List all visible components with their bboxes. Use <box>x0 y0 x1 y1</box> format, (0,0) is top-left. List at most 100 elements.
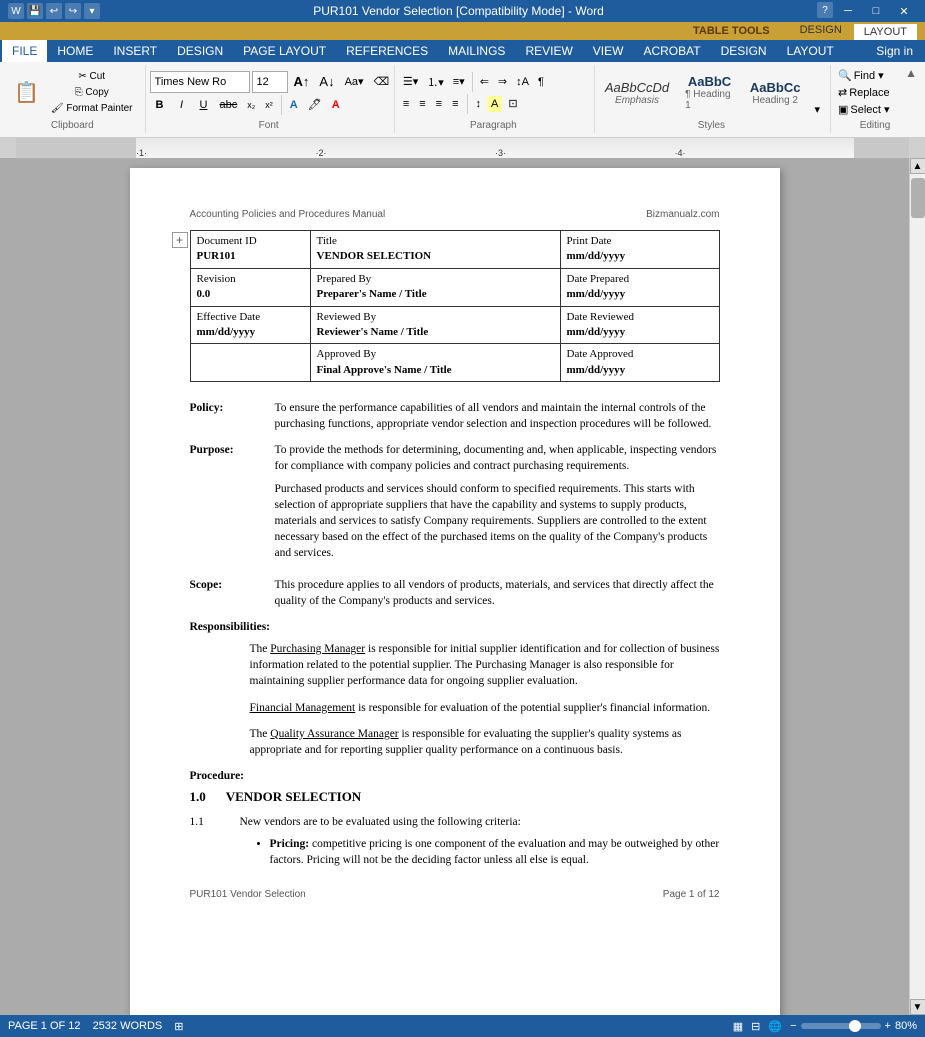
undo-icon[interactable]: ↩ <box>46 3 62 19</box>
line-spacing-button[interactable]: ↕ <box>472 96 486 112</box>
copy-button[interactable]: ⎘ Copy <box>47 85 137 100</box>
multilevel-button[interactable]: ≡▾ <box>449 73 469 90</box>
replace-button[interactable]: ⇄ Replace <box>835 85 915 100</box>
page-container[interactable]: Accounting Policies and Procedures Manua… <box>0 158 909 1015</box>
strikethrough-button[interactable]: abc <box>216 97 242 113</box>
menu-layout[interactable]: LAYOUT <box>777 40 844 62</box>
shading-button[interactable]: A <box>487 96 502 112</box>
italic-button[interactable]: I <box>172 97 192 113</box>
superscript-button[interactable]: x² <box>261 98 277 112</box>
minimize-button[interactable]: ─ <box>835 2 861 20</box>
zoom-out-button[interactable]: − <box>790 1020 796 1032</box>
style-emphasis[interactable]: AaBbCcDd Emphasis <box>599 78 675 108</box>
font-size-input[interactable] <box>252 71 288 93</box>
zoom-thumb[interactable] <box>849 1020 861 1032</box>
resp-para-3: The Quality Assurance Manager is respons… <box>190 726 720 758</box>
financial-mgmt-link: Financial Management <box>250 702 356 714</box>
customize-icon[interactable]: ▾ <box>84 3 100 19</box>
bullet-text: competitive pricing is one component of … <box>270 838 720 866</box>
zoom-control[interactable]: − + 80% <box>790 1020 917 1032</box>
help-icon[interactable]: ? <box>817 2 833 18</box>
align-right-button[interactable]: ≡ <box>432 96 446 112</box>
align-center-button[interactable]: ≡ <box>415 96 429 112</box>
sign-in-link[interactable]: Sign in <box>866 42 923 60</box>
tab-design[interactable]: DESIGN <box>790 22 852 40</box>
border-button[interactable]: ⊡ <box>504 95 521 112</box>
justify-button[interactable]: ≡ <box>448 96 462 112</box>
find-button[interactable]: 🔍 Find ▾ <box>835 68 915 83</box>
scroll-thumb[interactable] <box>911 178 925 218</box>
zoom-slider[interactable] <box>801 1023 881 1029</box>
maximize-button[interactable]: □ <box>863 2 889 20</box>
styles-label: Styles <box>599 120 824 131</box>
redo-icon[interactable]: ↪ <box>65 3 81 19</box>
text-effect-button[interactable]: A <box>286 97 302 113</box>
document-page: Accounting Policies and Procedures Manua… <box>130 168 780 1015</box>
clipboard-group: 📋 ✂ Cut ⎘ Copy 🖌 Format Painter Clipboar… <box>4 65 146 133</box>
purpose-label: Purpose: <box>190 442 265 567</box>
cut-button[interactable]: ✂ Cut <box>47 69 137 84</box>
align-left-button[interactable]: ≡ <box>399 96 413 112</box>
font-shrink-button[interactable]: A↓ <box>315 72 338 91</box>
menu-view[interactable]: VIEW <box>583 40 634 62</box>
select-button[interactable]: ▣ Select ▾ <box>835 102 915 117</box>
subscript-button[interactable]: x₂ <box>243 98 259 112</box>
style-heading1[interactable]: AaBbC ¶ Heading 1 <box>679 72 740 113</box>
show-paragraph-button[interactable]: ¶ <box>534 74 548 90</box>
add-table-button[interactable]: + <box>172 232 188 248</box>
bullets-button[interactable]: ☰▾ <box>399 73 422 90</box>
paste-button[interactable]: 📋 <box>8 78 45 107</box>
menu-file[interactable]: FILE <box>2 40 47 62</box>
zoom-in-button[interactable]: + <box>885 1020 891 1032</box>
ribbon-collapse-button[interactable]: ▲ <box>905 66 917 80</box>
procedure-1-0: 1.0 VENDOR SELECTION <box>190 788 720 806</box>
menu-design[interactable]: DESIGN <box>167 40 233 62</box>
menu-mailings[interactable]: MAILINGS <box>438 40 515 62</box>
word-app-icon: W <box>8 3 24 19</box>
menu-page-layout[interactable]: PAGE LAYOUT <box>233 40 336 62</box>
table-cell: Document ID PUR101 <box>190 231 310 269</box>
ribbon: 📋 ✂ Cut ⎘ Copy 🖌 Format Painter Clipboar… <box>0 62 925 138</box>
scroll-down-button[interactable]: ▼ <box>910 999 925 1015</box>
table-cell: Date Approved mm/dd/yyyy <box>560 344 719 382</box>
outdent-button[interactable]: ⇐ <box>476 73 493 90</box>
clear-format-button[interactable]: ⌫ <box>370 73 394 90</box>
close-button[interactable]: ✕ <box>891 2 917 20</box>
menu-design2[interactable]: DESIGN <box>711 40 777 62</box>
highlight-button[interactable]: 🖊 <box>304 96 326 113</box>
tab-layout[interactable]: LAYOUT <box>854 22 917 40</box>
menu-acrobat[interactable]: ACROBAT <box>633 40 710 62</box>
font-grow-button[interactable]: A↑ <box>290 72 314 91</box>
change-case-button[interactable]: Aa▾ <box>341 73 368 90</box>
table-cell: Date Prepared mm/dd/yyyy <box>560 268 719 306</box>
styles-more-button[interactable]: ▾ <box>810 101 824 118</box>
font-color-button[interactable]: A <box>328 97 344 113</box>
menu-review[interactable]: REVIEW <box>515 40 582 62</box>
underline-button[interactable]: U <box>194 97 214 113</box>
title-bar-icons: W 💾 ↩ ↪ ▾ <box>8 3 100 19</box>
indent-button[interactable]: ⇒ <box>494 73 511 90</box>
format-painter-button[interactable]: 🖌 Format Painter <box>47 101 137 116</box>
font-group: A↑ A↓ Aa▾ ⌫ B I U abc x₂ x² A 🖊 A <box>146 65 395 133</box>
scroll-up-button[interactable]: ▲ <box>910 158 925 174</box>
vertical-scrollbar[interactable]: ▲ ▼ <box>909 158 925 1015</box>
sort-button[interactable]: ↕A <box>512 74 533 90</box>
footer-right: Page 1 of 12 <box>663 888 720 902</box>
section-title: VENDOR SELECTION <box>226 788 361 806</box>
menu-insert[interactable]: INSERT <box>103 40 167 62</box>
numbering-button[interactable]: ⒈▾ <box>423 72 448 92</box>
style-heading2[interactable]: AaBbCc Heading 2 <box>744 78 807 108</box>
font-label: Font <box>150 120 388 131</box>
item-text: New vendors are to be evaluated using th… <box>240 814 521 830</box>
bold-button[interactable]: B <box>150 97 170 113</box>
ruler-ticks: ·1· ·2· ·3· ·4· <box>136 138 854 158</box>
qa-manager-link: Quality Assurance Manager <box>270 728 398 740</box>
title-bar-left: W 💾 ↩ ↪ ▾ <box>8 3 100 19</box>
font-name-input[interactable] <box>150 71 250 93</box>
save-icon[interactable]: 💾 <box>27 3 43 19</box>
editing-label: Editing <box>835 120 915 131</box>
policy-section: Policy: To ensure the performance capabi… <box>190 400 720 432</box>
menu-home[interactable]: HOME <box>47 40 103 62</box>
status-bar: PAGE 1 OF 12 2532 WORDS ⊞ ▦ ⊟ 🌐 − + 80% <box>0 1015 925 1037</box>
menu-references[interactable]: REFERENCES <box>336 40 438 62</box>
